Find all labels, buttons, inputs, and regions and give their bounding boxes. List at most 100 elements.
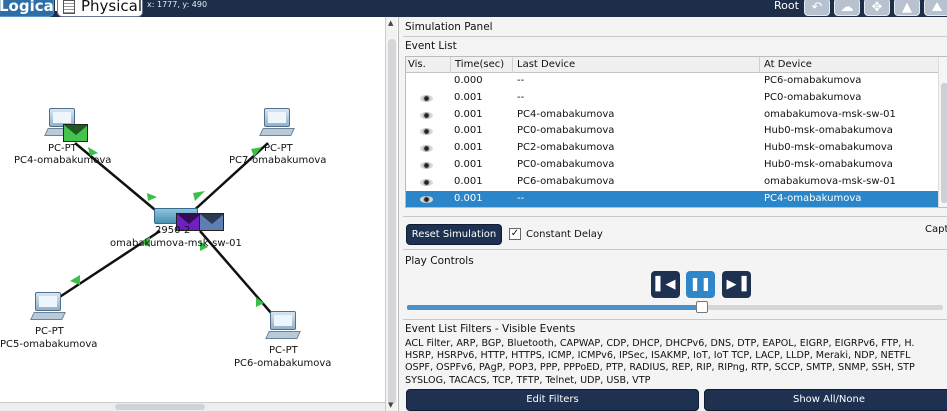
event-row[interactable]: 0.001 -- PC4-omabakumova (406, 190, 947, 207)
pc-icon[interactable] (259, 108, 295, 138)
at-device-cell: Hub0-msk-omabakumova (764, 142, 893, 154)
tab-logical[interactable]: Logical (0, 0, 59, 17)
event-row[interactable]: 0.001 PC0-omabakumova Hub0-msk-omabakumova (406, 157, 947, 174)
speed-slider[interactable] (407, 301, 943, 313)
filter-line: OSPF, OSPFv6, PAgP, POP3, PPP, PPPoED, P… (405, 362, 915, 374)
scroll-up-icon[interactable]: ▲ (388, 19, 393, 27)
speed-slider-fill (407, 305, 702, 310)
divider (403, 249, 947, 250)
event-list-scrollbar[interactable] (938, 57, 947, 207)
device-name-label: omabakumova-msk-sw-01 (110, 238, 242, 249)
filter-line: HSRP, HSRPv6, HTTP, HTTPS, ICMP, ICMPv6,… (405, 350, 911, 362)
event-row[interactable]: 0.001 PC0-omabakumova Hub0-msk-omabakumova (406, 123, 947, 140)
cloud-icon[interactable]: ☁ (834, 0, 860, 16)
pdu-envelope-icon[interactable] (63, 124, 88, 142)
speed-slider-handle[interactable] (695, 301, 708, 313)
time-cell: 0.001 (454, 158, 483, 170)
pc-icon[interactable] (30, 292, 66, 322)
event-row[interactable]: 0.001 PC2-omabakumova Hub0-msk-omabakumova (406, 140, 947, 157)
eye-icon[interactable] (419, 161, 433, 169)
divider (403, 36, 947, 37)
show-all-none-button[interactable]: Show All/None (704, 389, 947, 411)
eye-icon[interactable] (419, 145, 433, 153)
pdu-envelope-icon[interactable] (199, 213, 224, 231)
column-header-time[interactable]: Time(sec) (450, 57, 510, 73)
visibility-cell[interactable] (406, 191, 446, 207)
event-row[interactable]: 0.001 PC6-omabakumova omabakumova-msk-sw-0… (406, 174, 947, 191)
at-device-cell: Hub0-msk-omabakumova (764, 125, 893, 137)
root-label[interactable]: Root (774, 0, 799, 12)
tab-physical-label: Physical (81, 0, 143, 15)
device-name-label: PC5-omabakumova (0, 339, 98, 350)
time-cell: 0.001 (454, 192, 483, 204)
eye-icon[interactable] (419, 128, 433, 136)
time-cell: 0.001 (454, 108, 483, 120)
top-toolbar: Logical Physical x: 1777, y: 490 Root ↶ … (0, 0, 947, 17)
checkmark-icon: ✓ (510, 228, 520, 239)
time-cell: 0.001 (454, 125, 483, 137)
at-device-cell: PC4-omabakumova (764, 192, 862, 204)
back-arrow-icon[interactable]: ↶ (804, 0, 830, 16)
last-device-cell: PC6-omabakumova (517, 175, 615, 187)
time-cell: 0.001 (454, 91, 483, 103)
divider (403, 216, 947, 217)
last-device-cell: PC0-omabakumova (517, 125, 615, 137)
event-row[interactable]: 0.001 -- PC0-omabakumova (406, 90, 947, 107)
event-row[interactable]: 0.000 -- PC6-omabakumova (406, 73, 947, 90)
eye-icon[interactable] (419, 111, 433, 119)
skip-forward-icon[interactable]: ▶▐ (722, 271, 751, 298)
visible-events-list: ACL Filter, ARP, BGP, Bluetooth, CAPWAP,… (405, 338, 947, 387)
table-header: Vis. Time(sec) Last Device At Device (406, 57, 947, 73)
link-light (70, 275, 80, 285)
landscape-icon[interactable]: ⛰ (924, 0, 947, 16)
last-device-cell: PC0-omabakumova (517, 158, 615, 170)
eye-icon[interactable] (419, 195, 433, 203)
capture-label[interactable]: Capt (925, 224, 947, 235)
column-header-vis[interactable]: Vis. (406, 57, 446, 73)
topology-canvas[interactable]: PC-PT PC4-omabakumova PC-PT PC7-omabakum… (0, 17, 385, 403)
time-cell: 0.000 (454, 75, 483, 86)
link-pc4-switch (74, 142, 161, 215)
last-device-cell: -- (517, 75, 525, 86)
edit-filters-button[interactable]: Edit Filters (406, 389, 699, 411)
last-device-cell: PC4-omabakumova (517, 108, 615, 120)
device-name-label: PC6-omabakumova (234, 358, 332, 369)
reset-simulation-button[interactable]: Reset Simulation (406, 224, 502, 245)
constant-delay-checkbox[interactable]: ✓ (509, 228, 521, 240)
device-name-label: PC7-omabakumova (229, 155, 327, 166)
mountain-icon[interactable]: ▲ (894, 0, 920, 16)
last-device-cell: PC2-omabakumova (517, 142, 615, 154)
event-row[interactable]: 0.001 PC4-omabakumova omabakumova-msk-sw-0… (406, 107, 947, 124)
skip-back-icon[interactable]: ▌◀ (651, 271, 680, 298)
filter-line: SYSLOG, TACACS, TCP, TFTP, Telnet, UDP, … (405, 374, 651, 386)
panel-title: Simulation Panel (405, 21, 493, 33)
event-list-title: Event List (405, 40, 457, 52)
pc-icon[interactable] (265, 311, 301, 341)
eye-icon[interactable] (419, 94, 433, 102)
device-type-label: PC-PT (48, 143, 77, 154)
simulation-panel: Simulation Panel Event List Vis. Time(se… (398, 17, 947, 411)
device-type-label: PC-PT (35, 326, 64, 337)
page-icon (63, 0, 75, 14)
time-cell: 0.001 (454, 142, 483, 154)
event-list-table[interactable]: Vis. Time(sec) Last Device At Device 0.0… (405, 56, 947, 208)
pause-icon[interactable]: ❚❚ (686, 271, 715, 298)
last-device-cell: -- (517, 91, 525, 103)
device-type-label: 2950-2 (155, 225, 191, 236)
device-name-label: PC4-omabakumova (14, 155, 112, 166)
scroll-down-icon[interactable]: ▼ (388, 401, 393, 409)
move-icon[interactable]: ✥ (864, 0, 890, 16)
column-header-last-device[interactable]: Last Device (512, 57, 760, 73)
device-type-label: PC-PT (264, 143, 293, 154)
canvas-horizontal-scrollbar[interactable] (0, 402, 385, 411)
filter-line: ACL Filter, ARP, BGP, Bluetooth, CAPWAP,… (405, 338, 915, 349)
last-device-cell: -- (517, 192, 525, 204)
eye-icon[interactable] (419, 178, 433, 186)
canvas-vertical-scrollbar[interactable]: ▲ ▼ (385, 17, 397, 411)
link-light (147, 193, 157, 201)
column-header-at-device[interactable]: At Device (759, 57, 947, 73)
constant-delay-label: Constant Delay (526, 229, 603, 240)
at-device-cell: PC0-omabakumova (764, 91, 862, 103)
tab-physical[interactable]: Physical (57, 0, 143, 17)
filters-title: Event List Filters - Visible Events (405, 323, 576, 335)
